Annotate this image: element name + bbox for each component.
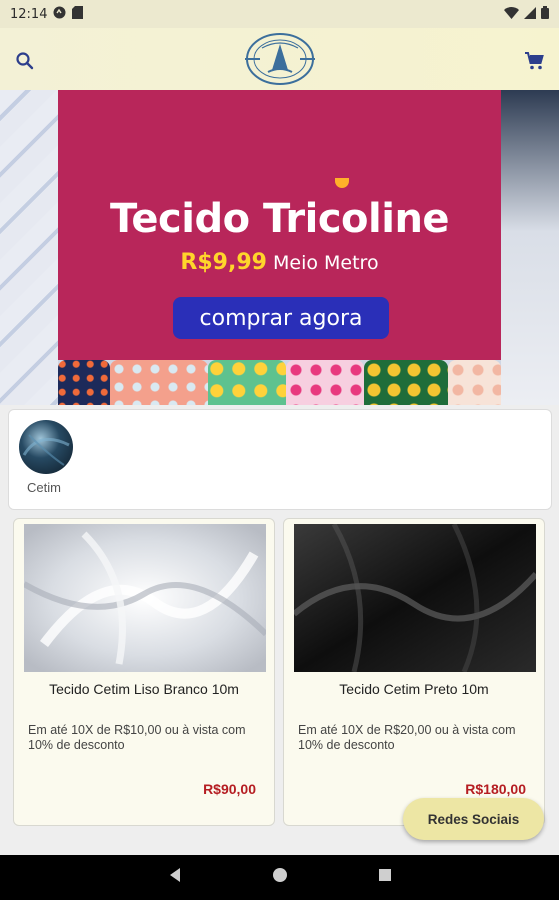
promo-banner[interactable]: Tecido Tricoline R$9,99 Meio Metro compr… [0, 90, 559, 405]
product-name: Tecido Cetim Liso Branco 10m [49, 681, 239, 697]
banner-title: Tecido Tricoline [109, 196, 450, 242]
notification-icon [53, 6, 66, 22]
home-icon[interactable] [272, 867, 288, 888]
product-image [22, 524, 269, 672]
category-thumbnail [19, 420, 73, 474]
banner-price-unit: Meio Metro [273, 252, 379, 274]
category-list: Cetim [8, 409, 552, 510]
banner-fabric-left [0, 90, 58, 405]
system-nav-bar [0, 855, 559, 900]
status-time: 12:14 [10, 6, 48, 22]
fabric-bolts-image [58, 360, 501, 405]
product-card[interactable]: Tecido Cetim Preto 10m Em até 10X de R$2… [283, 518, 545, 826]
social-networks-button[interactable]: Redes Sociais [403, 798, 544, 840]
signal-icon [524, 6, 536, 22]
product-name: Tecido Cetim Preto 10m [339, 681, 489, 697]
search-icon [16, 52, 34, 70]
product-price: R$180,00 [465, 781, 526, 797]
recents-icon[interactable] [378, 868, 392, 887]
store-logo[interactable] [242, 30, 318, 88]
app-bar [0, 28, 559, 90]
wifi-icon [504, 6, 519, 22]
product-price: R$90,00 [203, 781, 256, 797]
category-label: Cetim [27, 480, 61, 495]
product-card[interactable]: Tecido Cetim Liso Branco 10m Em até 10X … [13, 518, 275, 826]
banner-fabric-right [501, 90, 559, 405]
product-installments: Em até 10X de R$10,00 ou à vista com 10%… [28, 723, 246, 752]
cart-icon [525, 52, 544, 70]
product-installments: Em até 10X de R$20,00 ou à vista com 10%… [298, 723, 516, 752]
cart-button[interactable] [523, 50, 545, 72]
banner-price: R$9,99 [180, 250, 267, 275]
search-button[interactable] [14, 50, 36, 72]
buy-now-button[interactable]: comprar agora [173, 297, 389, 339]
back-icon[interactable] [168, 867, 182, 888]
status-bar: 12:14 [0, 0, 559, 28]
sd-card-icon [72, 6, 84, 22]
banner-price-line: R$9,99 Meio Metro [58, 250, 501, 275]
battery-icon [541, 6, 549, 22]
product-image [292, 522, 539, 674]
